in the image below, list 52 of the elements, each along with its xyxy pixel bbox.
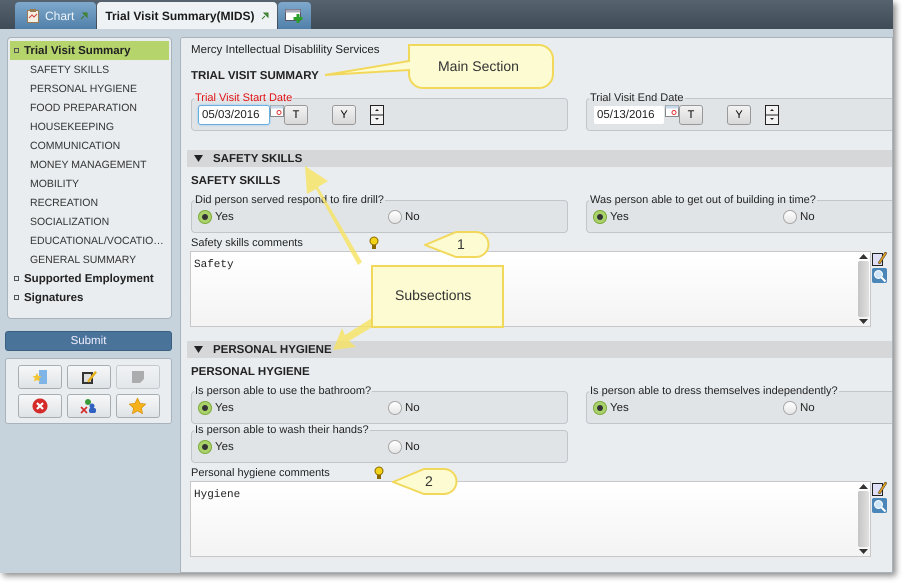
date-shortcut-button[interactable]: T <box>284 105 308 125</box>
comments-label: Personal hygiene comments <box>191 467 331 479</box>
organization-name: Mercy Intellectual Disablility Services <box>191 44 381 57</box>
question-label: Was person able to get out of building in time? <box>589 194 817 206</box>
date-shortcut-button[interactable]: Y <box>332 105 356 125</box>
radio-option[interactable]: Yes <box>198 440 388 454</box>
callout-tooltip: Subsections <box>371 265 504 328</box>
section-header[interactable]: SAFETY SKILLS <box>187 150 892 167</box>
radio-option[interactable]: No <box>388 401 561 415</box>
radio-option[interactable]: Yes <box>198 210 388 224</box>
question-label: Is person able to dress themselves independently? <box>589 385 839 397</box>
subsection-title: SAFETY SKILLS <box>191 174 282 188</box>
date-field[interactable]: 05/03/2016 <box>198 105 270 125</box>
section-title: SAFETY SKILLS <box>213 152 302 164</box>
tree-item[interactable]: SAFETY SKILLS <box>10 60 169 79</box>
section-header[interactable]: PERSONAL HYGIENE <box>187 341 892 358</box>
radio-option[interactable]: Yes <box>198 401 388 415</box>
tree-item[interactable]: EDUCATIONAL/VOCATIO… <box>10 231 169 250</box>
radio-option[interactable]: No <box>783 401 892 415</box>
comments-label: Safety skills comments <box>191 237 304 249</box>
tree-item[interactable]: SOCIALIZATION <box>10 212 169 231</box>
tree-item[interactable]: FOOD PREPARATION <box>10 98 169 117</box>
radio-option[interactable]: Yes <box>593 210 783 224</box>
tree-item[interactable]: RECREATION <box>10 193 169 212</box>
subsection-title: PERSONAL HYGIENE <box>191 365 311 379</box>
date-label: Trial Visit Start Date <box>194 92 294 104</box>
section-title: PERSONAL HYGIENE <box>213 344 332 356</box>
tree-item[interactable]: PERSONAL HYGIENE <box>10 79 169 98</box>
question-label: Is person able to use the bathroom? <box>194 385 372 397</box>
tree-item[interactable]: Signatures <box>10 288 169 307</box>
tree-item[interactable]: GENERAL SUMMARY <box>10 250 169 269</box>
callout-tooltip: 2 <box>392 468 458 496</box>
date-field[interactable]: 05/13/2016 <box>593 105 665 125</box>
date-label: Trial Visit End Date <box>589 92 685 104</box>
tree-item[interactable]: Supported Employment <box>10 269 169 288</box>
submit-button[interactable]: Submit <box>5 331 172 351</box>
tree-item[interactable]: HOUSEKEEPING <box>10 117 169 136</box>
radio-option[interactable]: Yes <box>593 401 783 415</box>
question-label: Did person served respond to fire drill? <box>194 194 385 206</box>
tree-item[interactable]: COMMUNICATION <box>10 136 169 155</box>
radio-option[interactable]: No <box>388 210 561 224</box>
tab[interactable]: Trial Visit Summary(MIDS) <box>97 2 276 29</box>
radio-option[interactable]: No <box>388 440 561 454</box>
date-shortcut-button[interactable]: Y <box>727 105 751 125</box>
radio-option[interactable]: No <box>783 210 892 224</box>
form-heading: TRIAL VISIT SUMMARY <box>191 69 320 83</box>
tree-item[interactable]: MOBILITY <box>10 174 169 193</box>
tree-item[interactable]: Trial Visit Summary <box>10 41 169 60</box>
callout-tooltip: 1 <box>424 231 490 259</box>
date-shortcut-button[interactable]: T <box>679 105 703 125</box>
tree-item[interactable]: MONEY MANAGEMENT <box>10 155 169 174</box>
question-label: Is person able to wash their hands? <box>194 424 370 436</box>
